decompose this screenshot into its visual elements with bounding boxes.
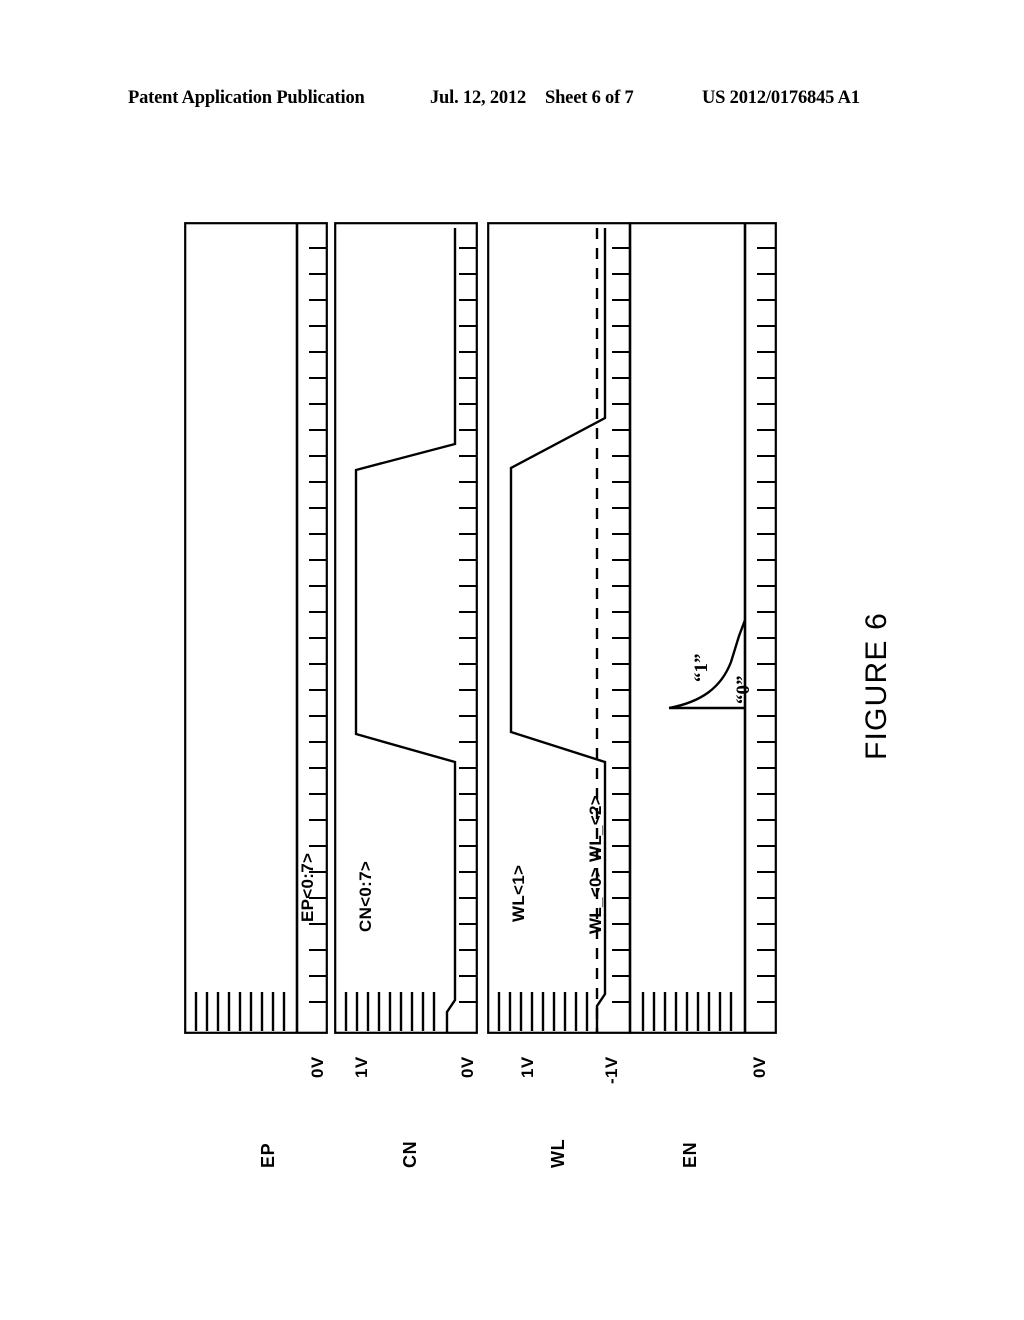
- signal-label-wl1: WL<1>: [509, 864, 528, 922]
- voltage-label-ep-0v: 0V: [308, 1056, 327, 1078]
- voltage-label-cn-1v: 1V: [352, 1056, 371, 1078]
- row-label-en: EN: [680, 1141, 700, 1168]
- voltage-label-wl-neg1v: -1V: [602, 1056, 621, 1084]
- voltage-label-cn-0v: 0V: [458, 1056, 477, 1078]
- panel-en: “1” “0”: [629, 222, 777, 1034]
- signal-label-wl0-wl2: WL_<0> WL_<2>: [586, 794, 605, 934]
- state-label-one: “1”: [691, 653, 712, 683]
- panel-en-svg: [629, 222, 777, 1034]
- row-label-ep: EP: [258, 1142, 278, 1168]
- voltage-label-wl-1v: 1V: [518, 1056, 537, 1078]
- figure-6-drawing: EP<0:7> CN<0:7> WL<1> WL_<0> WL_<2> “1” …: [0, 0, 1024, 1320]
- state-label-zero: “0”: [733, 675, 754, 705]
- signal-label-cn: CN<0:7>: [356, 860, 375, 932]
- panel-ep: EP<0:7>: [184, 222, 328, 1034]
- signal-label-ep: EP<0:7>: [298, 852, 317, 922]
- panel-wl: WL<1> WL_<0> WL_<2>: [487, 222, 631, 1034]
- row-label-wl: WL: [548, 1138, 568, 1168]
- panel-cn: CN<0:7>: [334, 222, 478, 1034]
- voltage-label-en-0v: 0V: [750, 1056, 769, 1078]
- row-label-cn: CN: [400, 1140, 420, 1168]
- figure-caption: FIGURE 6: [860, 612, 893, 760]
